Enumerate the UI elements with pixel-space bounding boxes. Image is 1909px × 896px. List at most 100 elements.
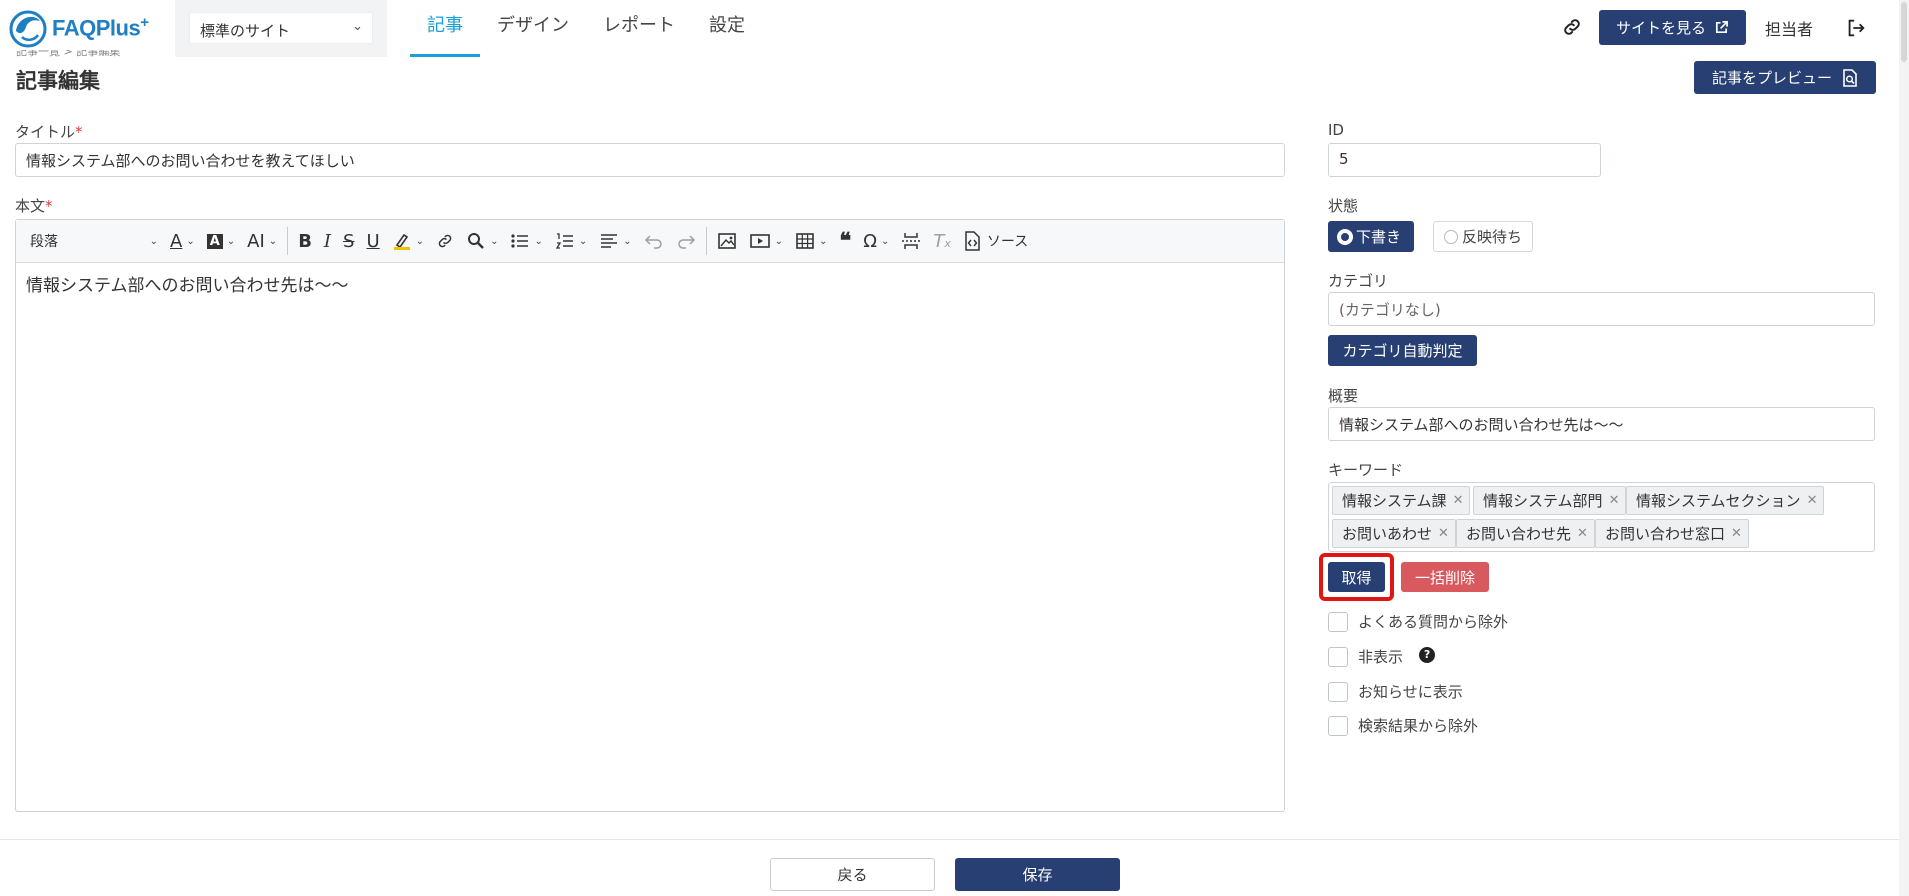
font-color-icon: A	[170, 230, 183, 252]
undo-icon	[644, 235, 662, 249]
background-color-icon: A	[206, 233, 223, 249]
exclude-search-checkbox-row[interactable]: 検索結果から除外	[1328, 715, 1478, 736]
link-icon[interactable]	[1561, 16, 1583, 38]
source-button[interactable]: ソース	[957, 224, 1034, 258]
find-replace-dropdown[interactable]: ⌄	[460, 224, 504, 258]
external-link-icon	[1715, 21, 1728, 34]
title-input[interactable]: 情報システム部へのお問い合わせを教えてほしい	[15, 143, 1285, 177]
radio-checked-icon	[1338, 229, 1352, 244]
omega-icon: Ω	[863, 230, 878, 252]
close-icon[interactable]: ✕	[1577, 526, 1588, 541]
site-select-area: 標準のサイト ⌄	[175, 0, 387, 57]
remove-format-button[interactable]: Tx	[927, 224, 957, 258]
table-icon	[796, 233, 814, 249]
keyword-chip-label: お問い合わせ窓口	[1605, 525, 1726, 543]
hidden-checkbox-row[interactable]: 非表示 ?	[1328, 646, 1436, 667]
document-search-icon	[1843, 68, 1857, 87]
scrollbar-thumb[interactable]	[1901, 2, 1907, 62]
text-align-dropdown[interactable]: ⌄	[593, 224, 637, 258]
logo[interactable]: FAQPlus+	[8, 4, 149, 52]
chevron-down-icon: ⌄	[149, 235, 158, 247]
page-scrollbar[interactable]	[1899, 0, 1909, 896]
paragraph-format-label: 段落	[30, 234, 58, 250]
id-input[interactable]: 5	[1328, 143, 1601, 177]
breadcrumb[interactable]: 記事一覧 > 記事編集	[16, 50, 120, 59]
page-break-button[interactable]	[895, 224, 927, 258]
site-select[interactable]: 標準のサイト ⌄	[189, 12, 373, 44]
bold-button[interactable]: B	[292, 224, 318, 258]
nav-settings[interactable]: 設定	[692, 0, 762, 57]
state-draft-option[interactable]: 下書き	[1328, 221, 1414, 252]
hidden-label: 非表示	[1358, 648, 1404, 666]
nav-reports[interactable]: レポート	[586, 0, 692, 57]
keyword-chip: お問い合わせ窓口 ✕	[1595, 519, 1749, 548]
help-icon[interactable]: ?	[1419, 646, 1436, 663]
strikethrough-button[interactable]: S	[337, 224, 360, 258]
redo-button[interactable]	[670, 224, 702, 258]
close-icon[interactable]: ✕	[1453, 493, 1464, 508]
state-pending-label: 反映待ち	[1462, 228, 1523, 246]
show-in-news-checkbox-row[interactable]: お知らせに表示	[1328, 681, 1463, 702]
exclude-faq-checkbox[interactable]	[1328, 611, 1348, 632]
highlight-dropdown[interactable]: ⌄	[386, 224, 430, 258]
numbered-list-icon	[555, 233, 573, 249]
toolbar-separator	[287, 227, 289, 255]
exclude-faq-checkbox-row[interactable]: よくある質問から除外	[1328, 611, 1508, 632]
state-pending-option[interactable]: 反映待ち	[1433, 221, 1533, 252]
keyword-input[interactable]: 情報システム課 ✕ 情報システム部門 ✕ 情報システムセクション ✕ お問いあわせ ✕ …	[1328, 482, 1875, 552]
chevron-down-icon: ⌄	[226, 235, 236, 247]
save-button[interactable]: 保存	[955, 858, 1120, 891]
exclude-faq-label: よくある質問から除外	[1358, 613, 1509, 631]
italic-button[interactable]: I	[318, 224, 337, 258]
view-site-button[interactable]: サイトを見る	[1599, 10, 1746, 45]
nav-articles[interactable]: 記事	[410, 0, 480, 57]
user-name[interactable]: 担当者	[1765, 16, 1813, 40]
category-label: カテゴリ	[1328, 272, 1389, 290]
blockquote-button[interactable]: ❝	[833, 224, 857, 258]
insert-table-dropdown[interactable]: ⌄	[789, 224, 833, 258]
exclude-search-checkbox[interactable]	[1328, 715, 1348, 736]
font-size-dropdown[interactable]: AI ⌄	[241, 224, 283, 258]
keyword-chip: 情報システムセクション ✕	[1626, 486, 1825, 515]
chevron-down-icon: ⌄	[881, 235, 890, 247]
preview-article-button[interactable]: 記事をプレビュー	[1694, 61, 1876, 94]
insert-link-button[interactable]	[430, 224, 460, 258]
special-characters-dropdown[interactable]: Ω ⌄	[857, 224, 895, 258]
state-draft-label: 下書き	[1356, 228, 1402, 246]
highlighter-icon	[393, 233, 410, 250]
underline-icon: U	[366, 230, 380, 252]
hidden-checkbox[interactable]	[1328, 646, 1348, 667]
clear-keywords-button[interactable]: 一括削除	[1401, 562, 1489, 592]
remove-format-icon: Tx	[933, 230, 951, 252]
undo-button[interactable]	[638, 224, 670, 258]
back-button[interactable]: 戻る	[770, 858, 935, 891]
chevron-down-icon: ⌄	[490, 235, 499, 247]
auto-category-button[interactable]: カテゴリ自動判定	[1328, 335, 1477, 366]
font-color-dropdown[interactable]: A ⌄	[164, 224, 201, 258]
paragraph-format-dropdown[interactable]: 段落 ⌄	[24, 224, 164, 258]
insert-image-button[interactable]	[711, 224, 743, 258]
chevron-down-icon: ⌄	[352, 19, 363, 34]
keyword-chip: 情報システム課 ✕	[1332, 486, 1471, 515]
insert-media-dropdown[interactable]: ⌄	[743, 224, 789, 258]
source-code-icon	[965, 231, 980, 251]
nav-design[interactable]: デザイン	[480, 0, 586, 57]
chevron-down-icon: ⌄	[578, 235, 588, 247]
underline-button[interactable]: U	[360, 224, 385, 258]
italic-icon: I	[323, 230, 332, 252]
chevron-down-icon: ⌄	[534, 235, 543, 247]
category-select[interactable]: (カテゴリなし)	[1328, 292, 1875, 326]
show-in-news-checkbox[interactable]	[1328, 681, 1348, 702]
close-icon[interactable]: ✕	[1731, 526, 1742, 541]
main-nav: 記事 デザイン レポート 設定	[410, 0, 762, 57]
editor-content[interactable]: 情報システム部へのお問い合わせ先は〜〜	[16, 263, 1284, 304]
close-icon[interactable]: ✕	[1609, 493, 1620, 508]
numbered-list-dropdown[interactable]: ⌄	[549, 224, 593, 258]
summary-input[interactable]: 情報システム部へのお問い合わせ先は〜〜	[1328, 407, 1875, 441]
background-color-dropdown[interactable]: A ⌄	[201, 224, 241, 258]
close-icon[interactable]: ✕	[1438, 526, 1449, 541]
state-label: 状態	[1328, 197, 1359, 215]
close-icon[interactable]: ✕	[1807, 493, 1818, 508]
bulleted-list-dropdown[interactable]: ⌄	[504, 224, 548, 258]
logout-icon[interactable]	[1845, 17, 1867, 39]
